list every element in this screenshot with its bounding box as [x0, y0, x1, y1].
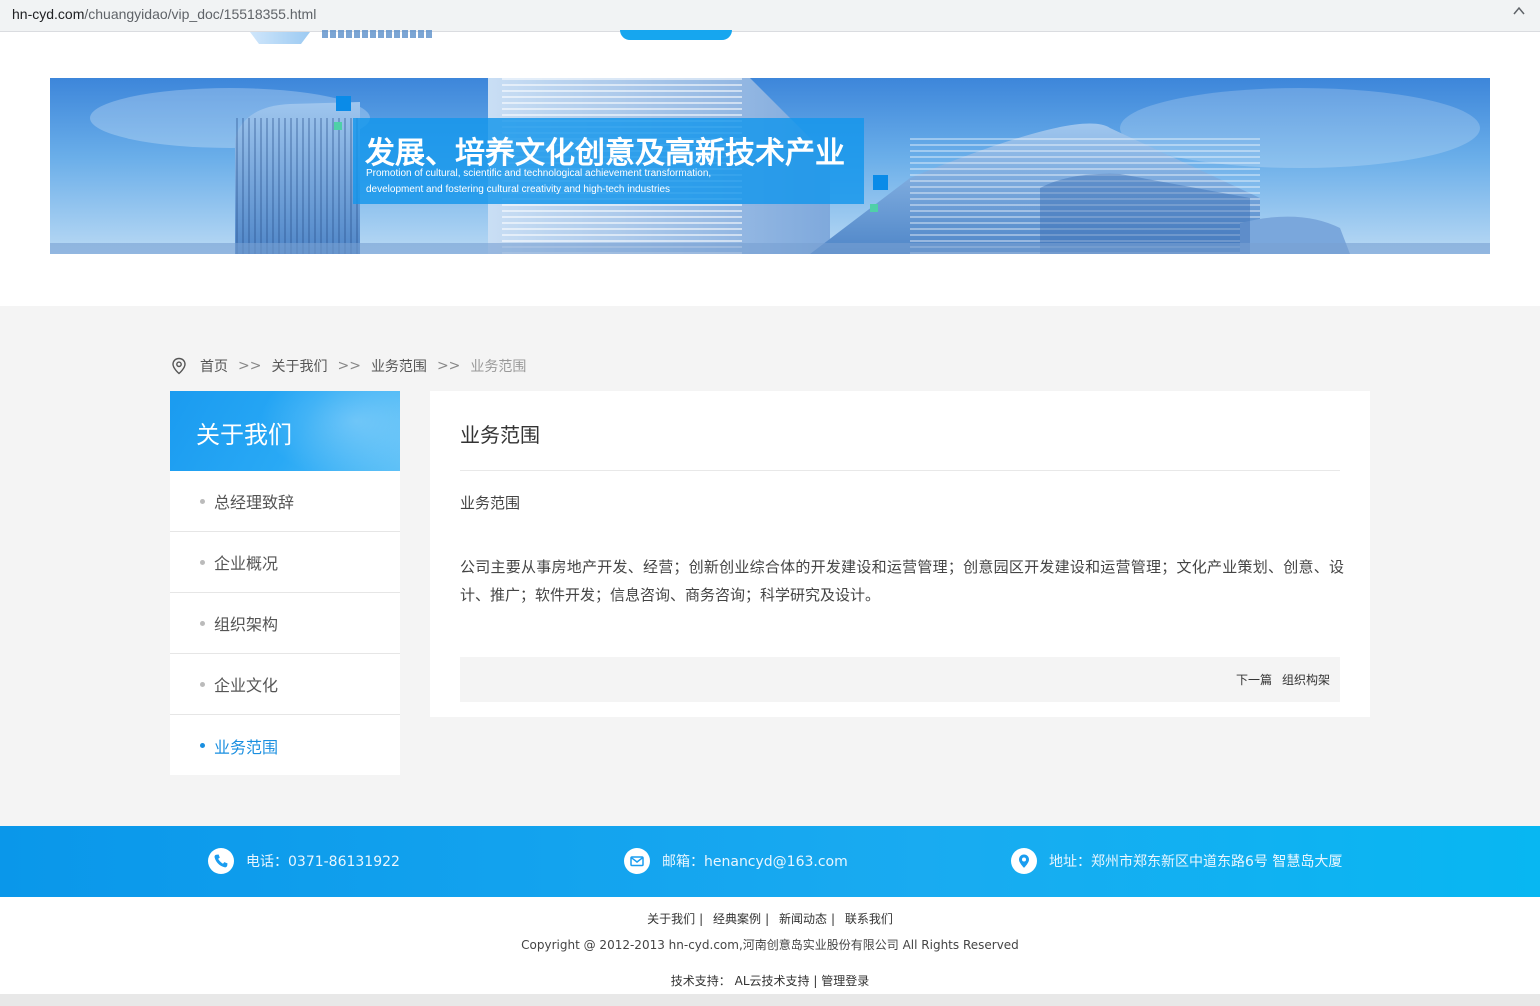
sidebar-item-business-scope[interactable]: 业务范围	[170, 715, 400, 776]
footer-separator: |	[830, 912, 835, 926]
contact-email-text: 邮箱：henancyd@163.com	[662, 854, 848, 870]
breadcrumb-home-link[interactable]: 首页	[200, 356, 228, 376]
footer-link-about[interactable]: 关于我们	[647, 912, 695, 926]
contact-phone: 电话：0371-86131922	[208, 848, 400, 874]
contact-address-text: 地址：郑州市郑东新区中道东路6号 智慧岛大厦	[1049, 854, 1343, 870]
copyright-text: Copyright @ 2012-2013 hn-cyd.com,河南创意岛实业…	[521, 938, 1019, 952]
horizontal-scrollbar[interactable]	[0, 994, 1540, 1006]
banner-subtitle-line2: development and fostering cultural creat…	[366, 184, 671, 195]
url-path: /chuangyidao/vip_doc/15518355.html	[84, 6, 317, 22]
divider	[460, 470, 1340, 471]
sidebar-item-label: 总经理致辞	[214, 493, 295, 512]
next-article-bar: 下一篇 组织构架	[460, 657, 1340, 702]
logo-company-text	[322, 30, 432, 38]
breadcrumb-separator: >>	[238, 358, 262, 374]
article-subheading: 业务范围	[460, 494, 521, 512]
bullet-icon	[200, 743, 205, 748]
sidebar-item-company-overview[interactable]: 企业概况	[170, 532, 400, 593]
sidebar-item-label: 企业文化	[214, 676, 279, 695]
breadcrumb-about-link[interactable]: 关于我们	[271, 356, 327, 376]
bullet-icon	[200, 559, 205, 565]
breadcrumb-separator: >>	[436, 358, 461, 374]
decor-square	[334, 122, 342, 130]
contact-address: 地址：郑州市郑东新区中道东路6号 智慧岛大厦	[1011, 848, 1342, 874]
sidebar-item-corporate-culture[interactable]: 企业文化	[170, 654, 400, 715]
location-pin-icon	[172, 357, 186, 375]
tech-support: 技术支持： AL云技术支持 | 管理登录	[0, 972, 1540, 989]
banner-subtitle-line1: Promotion of cultural, scientific and te…	[366, 168, 712, 179]
hero-banner: 发展、培养文化创意及高新技术产业 Promotion of cultural, …	[50, 78, 1490, 254]
footer-link-contact[interactable]: 联系我们	[845, 912, 893, 926]
decor-square	[336, 96, 351, 111]
sidebar-item-org-structure[interactable]: 组织架构	[170, 593, 400, 654]
contact-phone-text: 电话：0371-86131922	[246, 854, 400, 870]
contact-email: 邮箱：henancyd@163.com	[624, 848, 848, 874]
tech-support-link[interactable]: AL云技术支持	[735, 974, 810, 988]
footer-separator: |	[699, 912, 704, 926]
article-heading: 业务范围	[460, 423, 540, 447]
mail-icon	[624, 848, 650, 874]
footer-links: 关于我们 | 经典案例 | 新闻动态 | 联系我们	[0, 910, 1540, 927]
sidebar-item-gm-speech[interactable]: 总经理致辞	[170, 471, 400, 532]
sidebar: 关于我们 总经理致辞 企业概况 组织架构 企业文化 业务范围	[170, 391, 400, 775]
footer-separator: |	[813, 974, 818, 988]
browser-url-bar[interactable]: hn-cyd.com/chuangyidao/vip_doc/15518355.…	[0, 0, 1540, 32]
footer-separator: |	[765, 912, 770, 926]
nav-active-indicator[interactable]	[620, 30, 732, 40]
logo-icon[interactable]	[250, 32, 310, 44]
breadcrumb-current: 业务范围	[470, 359, 527, 375]
bullet-icon	[200, 498, 205, 504]
banner-title: 发展、培养文化创意及高新技术产业	[365, 136, 845, 171]
sidebar-header: 关于我们	[170, 391, 400, 471]
bullet-icon	[200, 620, 205, 626]
sidebar-item-label: 业务范围	[214, 737, 279, 757]
sidebar-item-label: 企业概况	[214, 554, 279, 573]
decor-square	[870, 204, 878, 212]
breadcrumb-scope-link[interactable]: 业务范围	[371, 356, 427, 376]
tech-support-label: 技术支持：	[670, 974, 731, 988]
breadcrumb: 首页 >> 关于我们 >> 业务范围 >> 业务范围	[170, 356, 526, 376]
next-article-link[interactable]: 组织构架	[1282, 671, 1330, 688]
contact-band: 电话：0371-86131922 邮箱：henancyd@163.com 地址：…	[0, 826, 1540, 897]
footer-link-news[interactable]: 新闻动态	[779, 912, 827, 926]
scroll-up-icon[interactable]	[1512, 4, 1532, 24]
article-panel: 业务范围 业务范围 公司主要从事房地产开发、经营；创新创业综合体的开发建设和运营…	[430, 391, 1370, 717]
decor-square	[873, 175, 888, 190]
phone-icon	[208, 848, 234, 874]
banner-caption-card: 发展、培养文化创意及高新技术产业 Promotion of cultural, …	[353, 118, 864, 204]
sidebar-title: 关于我们	[196, 421, 292, 449]
location-icon	[1011, 848, 1037, 874]
next-article-label: 下一篇	[1235, 673, 1272, 687]
url-text[interactable]: hn-cyd.com/chuangyidao/vip_doc/15518355.…	[12, 6, 316, 22]
url-host: hn-cyd.com	[12, 6, 85, 22]
article-body: 公司主要从事房地产开发、经营；创新创业综合体的开发建设和运营管理；创意园区开发建…	[460, 558, 1344, 604]
sidebar-item-label: 组织架构	[214, 615, 279, 634]
footer-link-cases[interactable]: 经典案例	[713, 912, 761, 926]
bullet-icon	[200, 681, 205, 687]
admin-login-link[interactable]: 管理登录	[821, 974, 869, 988]
breadcrumb-separator: >>	[337, 358, 361, 374]
